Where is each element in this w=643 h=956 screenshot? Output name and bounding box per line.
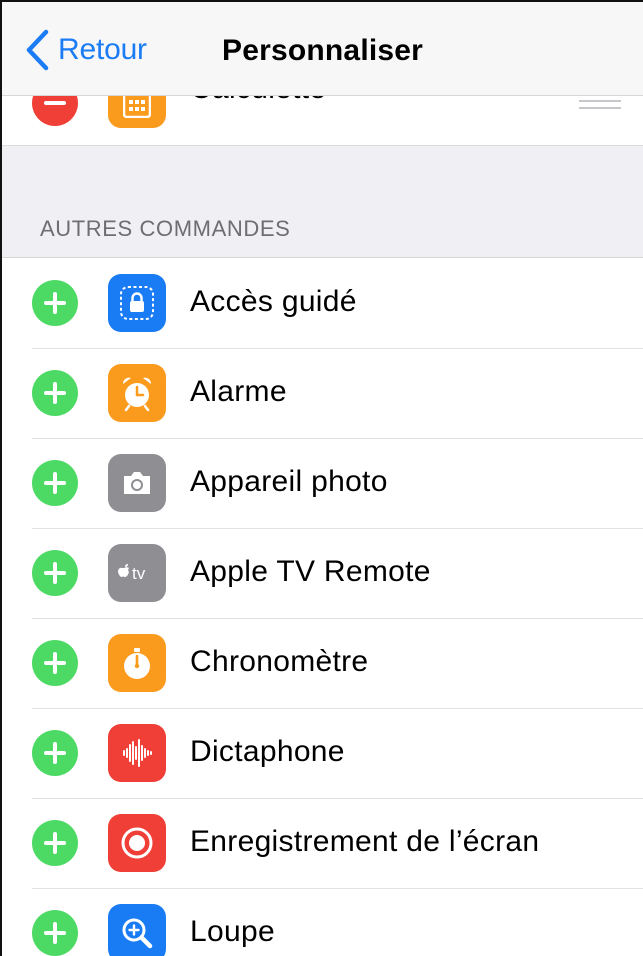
settings-screen: Retour Personnaliser Calculette AUTRES C… [0,0,643,956]
calculator-icon [108,96,166,128]
control-label: Dictaphone [190,735,345,768]
control-row-guided-access[interactable]: Accès guidé [2,259,643,349]
add-control-button[interactable] [32,460,78,506]
add-control-button[interactable] [32,370,78,416]
apple-tv-icon: tv [108,544,166,602]
remove-control-button[interactable] [32,96,78,126]
guided-access-icon [108,274,166,332]
included-control-row: Calculette [2,96,643,146]
control-row-stopwatch[interactable]: Chronomètre [2,619,643,709]
included-control-label: Calculette [190,96,326,106]
control-row-alarm[interactable]: Alarme [2,349,643,439]
chevron-left-icon [26,29,49,71]
section-header: AUTRES COMMANDES [40,216,291,241]
reorder-handle-icon[interactable] [579,100,621,114]
add-control-button[interactable] [32,910,78,956]
control-label: Enregistrement de l’écran [190,825,540,858]
add-control-button[interactable] [32,820,78,866]
add-control-button[interactable] [32,280,78,326]
control-label: Appareil photo [190,465,388,498]
camera-icon [108,454,166,512]
add-control-button[interactable] [32,730,78,776]
control-label: Loupe [190,915,275,948]
control-row-magnifier[interactable]: Loupe [2,889,643,956]
stopwatch-icon [108,634,166,692]
svg-text:tv: tv [132,564,146,583]
control-label: Alarme [190,375,287,408]
control-row-camera[interactable]: Appareil photo [2,439,643,529]
page-title: Personnaliser [222,34,424,67]
back-button[interactable]: Retour [24,28,147,72]
add-control-button[interactable] [32,640,78,686]
add-control-button[interactable] [32,550,78,596]
more-controls-list: Accès guidé Alarme Appareil photo tv App… [2,259,643,956]
alarm-clock-icon [108,364,166,422]
screen-recording-icon [108,814,166,872]
voice-memo-icon [108,724,166,782]
control-row-voice-memo[interactable]: Dictaphone [2,709,643,799]
control-row-apple-tv-remote[interactable]: tv Apple TV Remote [2,529,643,619]
control-label: Chronomètre [190,645,369,678]
control-row-screen-recording[interactable]: Enregistrement de l’écran [2,799,643,889]
control-label: Apple TV Remote [190,555,431,588]
control-label: Accès guidé [190,285,357,318]
magnifier-icon [108,904,166,956]
navigation-bar: Retour Personnaliser [2,2,643,96]
back-button-label: Retour [58,33,147,66]
